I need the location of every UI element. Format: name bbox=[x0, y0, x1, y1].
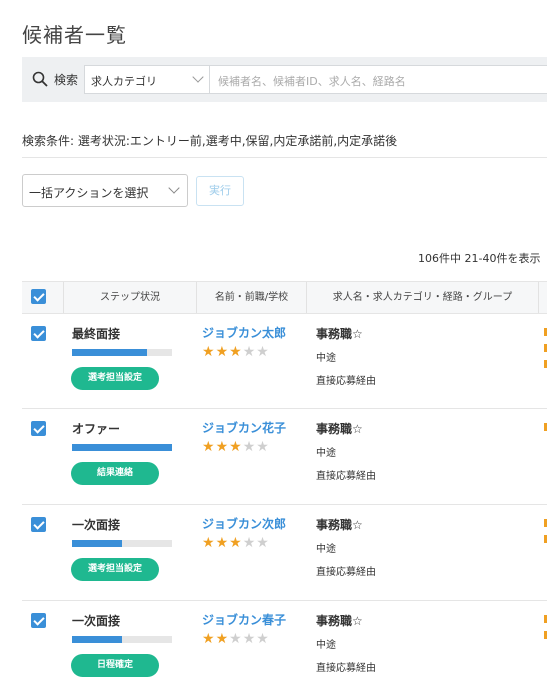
rating-stars[interactable]: ★★★★★ bbox=[202, 632, 270, 646]
keyword-input[interactable]: 候補者名、候補者ID、求人名、経路名 bbox=[210, 65, 547, 94]
star-empty-icon[interactable]: ★ bbox=[256, 439, 270, 455]
assign-interviewer-button[interactable]: 選考担当設定 bbox=[71, 558, 159, 581]
step-progress-bar bbox=[72, 444, 172, 451]
confirm-schedule-button[interactable]: 日程確定 bbox=[71, 654, 159, 677]
star-filled-icon[interactable]: ★ bbox=[202, 535, 216, 551]
row-checkbox[interactable] bbox=[31, 326, 46, 341]
run-button[interactable]: 実行 bbox=[196, 176, 244, 206]
table-row: 最終面接 選考担当設定 ジョブカン太郎 ★★★★★ 事務職☆ 中途 直接応募経由 bbox=[22, 314, 547, 409]
star-empty-icon[interactable]: ★ bbox=[243, 631, 257, 647]
bulk-action-select[interactable]: 一括アクションを選択 bbox=[22, 174, 188, 207]
job-category: 中途 bbox=[316, 448, 336, 459]
chevron-down-icon bbox=[168, 182, 180, 194]
job-name: 事務職☆ bbox=[316, 422, 363, 436]
star-empty-icon[interactable]: ★ bbox=[256, 631, 270, 647]
step-progress-fill bbox=[72, 444, 172, 451]
category-select-value: 求人カテゴリ bbox=[91, 75, 157, 88]
candidate-name-link[interactable]: ジョブカン春子 bbox=[202, 611, 286, 628]
select-all-checkbox[interactable] bbox=[31, 289, 46, 304]
table-header: ステップ状況 名前・前職/学校 求人名・求人カテゴリ・経路・グループ bbox=[22, 281, 547, 314]
job-name: 事務職☆ bbox=[316, 327, 363, 341]
star-filled-icon[interactable]: ★ bbox=[216, 631, 230, 647]
candidate-name-link[interactable]: ジョブカン花子 bbox=[202, 419, 286, 436]
rating-stars[interactable]: ★★★★★ bbox=[202, 345, 270, 359]
search-label: 検索 bbox=[54, 73, 79, 87]
job-category: 中途 bbox=[316, 640, 336, 651]
star-empty-icon[interactable]: ★ bbox=[243, 535, 257, 551]
bulk-action-value: 一括アクションを選択 bbox=[29, 186, 149, 200]
step-status: 最終面接 bbox=[72, 327, 121, 341]
star-filled-icon[interactable]: ★ bbox=[202, 344, 216, 360]
search-conditions: 検索条件: 選考状況:エントリー前,選考中,保留,内定承諾前,内定承諾後 bbox=[22, 134, 398, 148]
header-name[interactable]: 名前・前職/学校 bbox=[196, 282, 306, 313]
step-progress-fill bbox=[72, 349, 147, 356]
search-bar: 検索 求人カテゴリ 候補者名、候補者ID、求人名、経路名 bbox=[22, 57, 547, 102]
header-extra bbox=[538, 282, 547, 313]
step-status: 一次面接 bbox=[72, 518, 121, 532]
star-filled-icon[interactable]: ★ bbox=[216, 535, 230, 551]
row-checkbox[interactable] bbox=[31, 613, 46, 628]
candidate-name-link[interactable]: ジョブカン太郎 bbox=[202, 324, 286, 341]
star-empty-icon[interactable]: ★ bbox=[256, 535, 270, 551]
result-notice-button[interactable]: 結果連絡 bbox=[71, 462, 159, 485]
step-progress-bar bbox=[72, 540, 172, 547]
candidate-name-link[interactable]: ジョブカン次郎 bbox=[202, 515, 286, 532]
star-empty-icon[interactable]: ★ bbox=[229, 631, 243, 647]
star-empty-icon[interactable]: ★ bbox=[243, 344, 257, 360]
star-filled-icon[interactable]: ★ bbox=[216, 439, 230, 455]
search-icon[interactable] bbox=[32, 71, 48, 87]
job-route: 直接応募経由 bbox=[316, 376, 376, 387]
star-empty-icon[interactable]: ★ bbox=[256, 344, 270, 360]
job-name: 事務職☆ bbox=[316, 614, 363, 628]
header-step[interactable]: ステップ状況 bbox=[63, 282, 196, 313]
step-progress-fill bbox=[72, 540, 122, 547]
star-filled-icon[interactable]: ★ bbox=[216, 344, 230, 360]
chevron-down-icon bbox=[192, 71, 204, 83]
star-filled-icon[interactable]: ★ bbox=[202, 439, 216, 455]
row-checkbox[interactable] bbox=[31, 517, 46, 532]
step-progress-bar bbox=[72, 636, 172, 643]
job-route: 直接応募経由 bbox=[316, 663, 376, 674]
step-progress-bar bbox=[72, 349, 172, 356]
step-status: 一次面接 bbox=[72, 614, 121, 628]
star-empty-icon[interactable]: ★ bbox=[243, 439, 257, 455]
rating-stars[interactable]: ★★★★★ bbox=[202, 440, 270, 454]
result-count: 106件中 21-40件を表示 bbox=[418, 252, 541, 265]
star-filled-icon[interactable]: ★ bbox=[229, 344, 243, 360]
job-route: 直接応募経由 bbox=[316, 471, 376, 482]
star-filled-icon[interactable]: ★ bbox=[202, 631, 216, 647]
page-title: 候補者一覧 bbox=[22, 23, 127, 47]
job-category: 中途 bbox=[316, 353, 336, 364]
job-name: 事務職☆ bbox=[316, 518, 363, 532]
star-filled-icon[interactable]: ★ bbox=[229, 439, 243, 455]
table-row: 一次面接 選考担当設定 ジョブカン次郎 ★★★★★ 事務職☆ 中途 直接応募経由 bbox=[22, 505, 547, 601]
table-row: 一次面接 日程確定 ジョブカン春子 ★★★★★ 事務職☆ 中途 直接応募経由 bbox=[22, 601, 547, 696]
category-select[interactable]: 求人カテゴリ bbox=[84, 65, 210, 94]
row-checkbox[interactable] bbox=[31, 421, 46, 436]
rating-stars[interactable]: ★★★★★ bbox=[202, 536, 270, 550]
job-route: 直接応募経由 bbox=[316, 567, 376, 578]
step-status: オファー bbox=[72, 422, 121, 436]
job-category: 中途 bbox=[316, 544, 336, 555]
step-progress-fill bbox=[72, 636, 122, 643]
table-row: オファー 結果連絡 ジョブカン花子 ★★★★★ 事務職☆ 中途 直接応募経由 bbox=[22, 409, 547, 505]
header-job[interactable]: 求人名・求人カテゴリ・経路・グループ bbox=[306, 282, 538, 313]
divider bbox=[22, 157, 547, 158]
keyword-placeholder: 候補者名、候補者ID、求人名、経路名 bbox=[218, 75, 406, 88]
star-filled-icon[interactable]: ★ bbox=[229, 535, 243, 551]
assign-interviewer-button[interactable]: 選考担当設定 bbox=[71, 367, 159, 390]
